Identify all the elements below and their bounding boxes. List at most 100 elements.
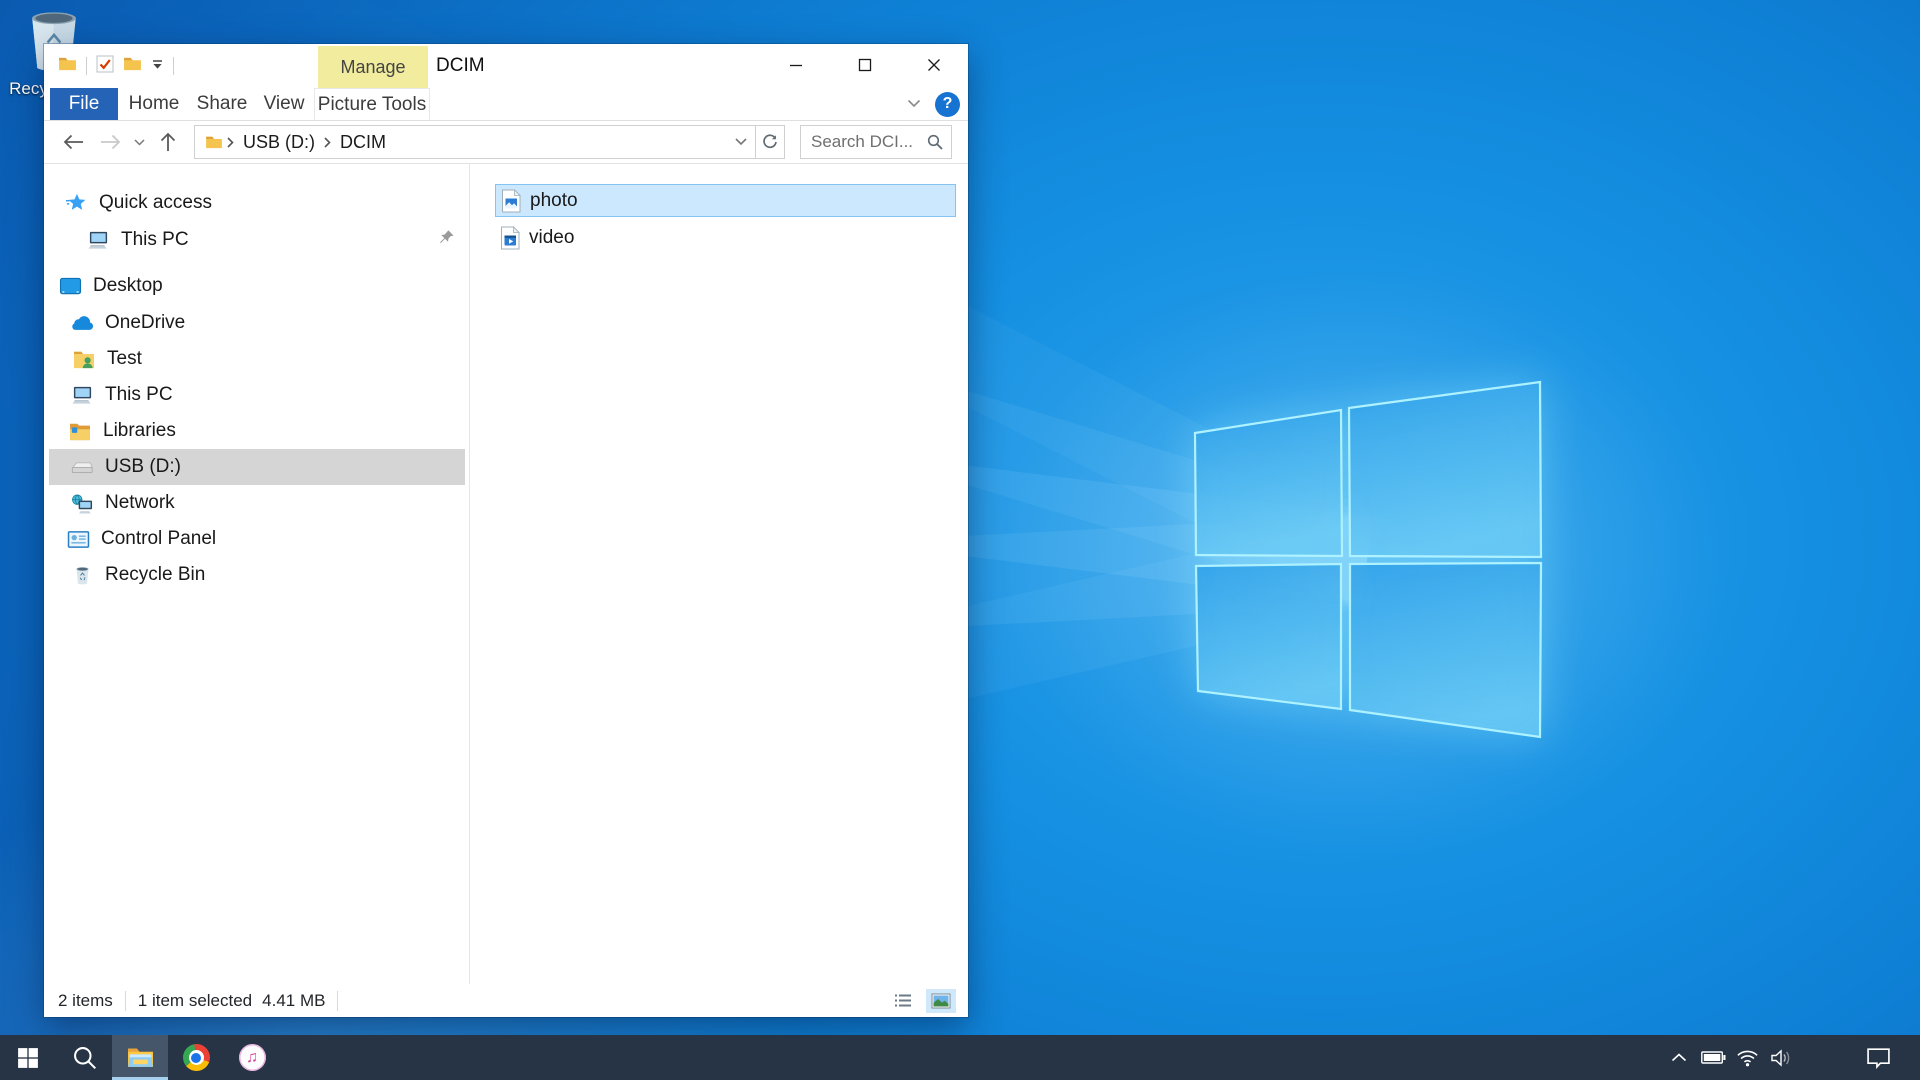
taskbar-chrome-button[interactable] [168, 1035, 224, 1080]
sidebar-item-label: Desktop [93, 275, 163, 297]
folder-icon[interactable] [58, 56, 77, 76]
screen: Recycle Bin Manage [0, 0, 1920, 1080]
computer-icon [70, 385, 94, 406]
sidebar-item-this-pc[interactable]: This PC [44, 377, 469, 413]
onedrive-cloud-icon [70, 316, 94, 331]
sidebar-item-label: Quick access [99, 192, 212, 214]
file-list: photo video [470, 164, 968, 984]
up-button[interactable] [154, 132, 182, 152]
sidebar-item-desktop[interactable]: Desktop [44, 268, 469, 304]
sidebar-item-label: Network [105, 492, 175, 514]
status-separator [337, 991, 338, 1011]
address-bar: USB (D:) DCIM [194, 125, 785, 159]
start-button[interactable] [0, 1035, 56, 1080]
tab-picture-tools[interactable]: Picture Tools [314, 88, 430, 120]
maximize-button[interactable] [830, 44, 899, 86]
details-view-button[interactable] [888, 989, 918, 1013]
qat-separator [86, 57, 87, 75]
breadcrumb-segment-usb[interactable]: USB (D:) [238, 132, 320, 153]
search-icon[interactable] [927, 134, 951, 150]
close-button[interactable] [899, 44, 968, 86]
sidebar-item-usb-drive[interactable]: USB (D:) [49, 449, 465, 485]
recent-locations-chevron-icon[interactable] [130, 139, 148, 146]
user-folder-icon [72, 349, 96, 369]
tab-file[interactable]: File [50, 88, 118, 120]
action-center-icon[interactable] [1854, 1035, 1902, 1080]
sidebar-item-label: Recycle Bin [105, 564, 205, 586]
ribbon-collapse-chevron-icon[interactable] [907, 95, 921, 113]
breadcrumb-chevron-icon [324, 137, 331, 148]
breadcrumb-chevron-icon [227, 137, 234, 148]
address-row: USB (D:) DCIM [44, 121, 968, 163]
customize-qat-dropdown-icon[interactable] [151, 57, 164, 75]
taskbar-itunes-button[interactable]: ♫ [224, 1035, 280, 1080]
taskbar-search-button[interactable] [56, 1035, 112, 1080]
status-bar: 2 items 1 item selected 4.41 MB [44, 984, 968, 1017]
sidebar-item-libraries[interactable]: Libraries [44, 413, 469, 449]
ribbon-tab-row: File Home Share View Picture Tools ? [44, 88, 968, 121]
folder-icon [205, 135, 223, 149]
breadcrumb[interactable]: USB (D:) DCIM [195, 126, 755, 158]
tab-view[interactable]: View [254, 88, 314, 120]
quick-access-star-icon [64, 192, 88, 214]
qat-separator [173, 57, 174, 75]
hidden-icons-chevron[interactable] [1662, 1035, 1696, 1080]
desktop-icon [58, 277, 82, 296]
breadcrumb-segment-dcim[interactable]: DCIM [335, 132, 391, 153]
sidebar-item-this-pc-pinned[interactable]: This PC [44, 222, 469, 258]
sidebar-item-recycle-bin[interactable]: Recycle Bin [44, 557, 469, 593]
file-item-photo[interactable]: photo [495, 184, 956, 217]
search-input[interactable] [801, 132, 927, 152]
file-explorer-icon [127, 1046, 154, 1069]
sidebar-item-quick-access[interactable]: Quick access [44, 185, 469, 221]
tab-home[interactable]: Home [118, 88, 190, 120]
sidebar-item-control-panel[interactable]: Control Panel [44, 521, 469, 557]
recycle-bin-icon [70, 565, 94, 585]
sidebar-item-test[interactable]: Test [44, 341, 469, 377]
help-button[interactable]: ? [935, 92, 960, 117]
file-item-video[interactable]: video [495, 221, 956, 254]
taskbar-file-explorer-button[interactable] [112, 1035, 168, 1080]
sidebar-item-label: OneDrive [105, 312, 185, 334]
window-title: DCIM [436, 44, 485, 88]
file-explorer-window: Manage DCIM File Home Share View Picture… [44, 44, 968, 1017]
large-icons-view-button[interactable] [926, 989, 956, 1013]
sidebar-item-label: Control Panel [101, 528, 216, 550]
control-panel-icon [66, 530, 90, 549]
wifi-icon[interactable] [1730, 1035, 1764, 1080]
sidebar-item-label: This PC [105, 384, 173, 406]
sidebar-item-label: This PC [121, 229, 189, 251]
refresh-button[interactable] [755, 126, 784, 158]
usb-drive-icon [70, 460, 94, 475]
system-tray [1662, 1035, 1920, 1080]
sidebar-item-label: USB (D:) [105, 456, 181, 478]
tab-share[interactable]: Share [190, 88, 254, 120]
folder-icon[interactable] [123, 56, 142, 76]
forward-button[interactable] [96, 133, 126, 151]
network-icon [70, 493, 94, 514]
libraries-icon [68, 422, 92, 441]
sidebar-item-label: Libraries [103, 420, 176, 442]
quick-access-toolbar [58, 44, 174, 88]
file-name: photo [530, 190, 578, 212]
itunes-icon: ♫ [239, 1044, 266, 1071]
address-dropdown-chevron-icon[interactable] [735, 138, 747, 146]
properties-check-icon[interactable] [96, 55, 114, 78]
battery-icon[interactable] [1696, 1035, 1730, 1080]
video-file-icon [500, 226, 520, 250]
minimize-button[interactable] [761, 44, 830, 86]
volume-icon[interactable] [1764, 1035, 1798, 1080]
contextual-tab-group[interactable]: Manage [318, 46, 428, 88]
items-count: 2 items [58, 991, 113, 1011]
selection-count: 1 item selected [138, 991, 252, 1011]
status-separator [125, 991, 126, 1011]
selection-size: 4.41 MB [262, 991, 325, 1011]
back-button[interactable] [58, 133, 88, 151]
pin-icon [438, 229, 455, 252]
sidebar-item-network[interactable]: Network [44, 485, 469, 521]
windows-logo-icon [17, 1047, 39, 1069]
search-icon [72, 1045, 97, 1070]
sidebar-item-label: Test [107, 348, 142, 370]
content-area: Quick access This PC Desktop [44, 163, 968, 984]
sidebar-item-onedrive[interactable]: OneDrive [44, 305, 469, 341]
